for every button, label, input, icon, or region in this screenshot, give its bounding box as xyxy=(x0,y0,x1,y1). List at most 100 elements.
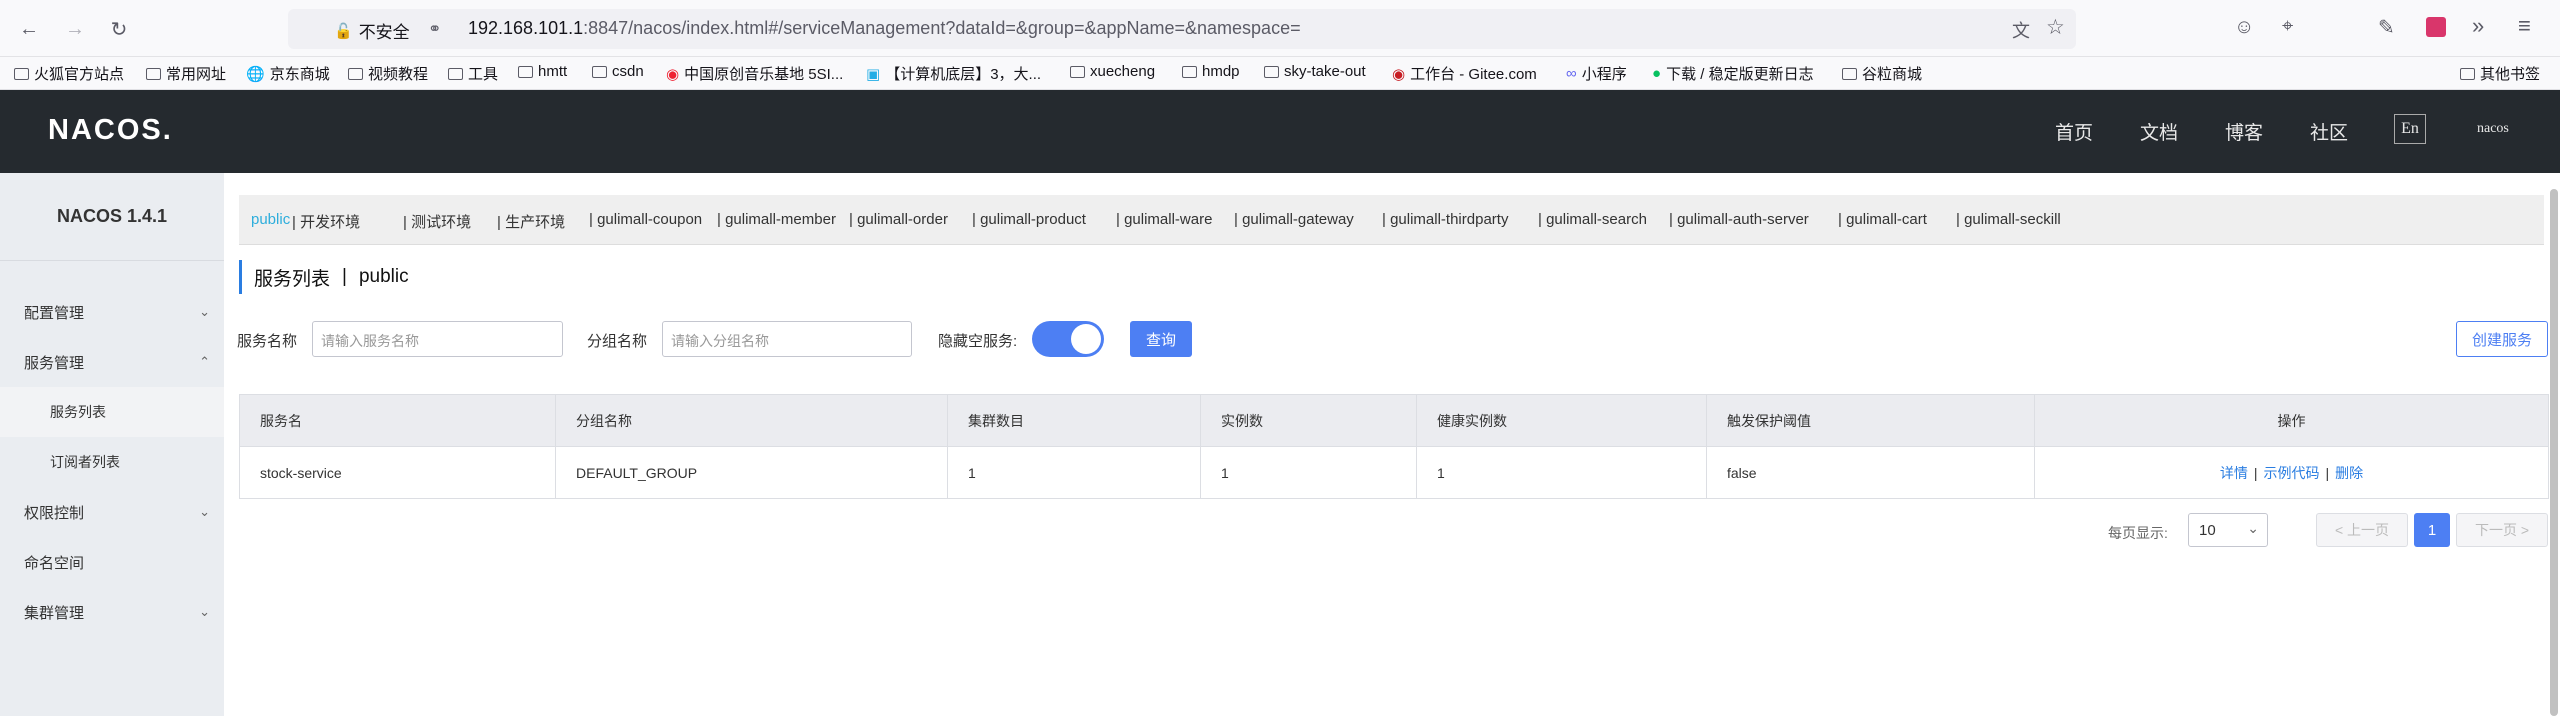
bookmarks-bar: 火狐官方站点 常用网址 🌐 京东商城 视频教程 工具 hmtt csdn ◉ 中国原… xyxy=(0,57,2560,90)
wechat-icon: ● xyxy=(1652,65,1662,82)
detail-link[interactable]: 详情 xyxy=(2220,465,2248,481)
forward-icon[interactable]: → xyxy=(60,14,90,44)
sidebar-item-cluster[interactable]: 集群管理 ⌄ xyxy=(0,587,224,637)
namespace-tab[interactable]: | gulimall-order xyxy=(849,211,948,228)
bookmark-item[interactable]: csdn xyxy=(592,63,644,80)
namespace-tab[interactable]: | gulimall-product xyxy=(972,211,1086,228)
next-page-button[interactable]: 下一页 > xyxy=(2456,513,2548,547)
namespace-label: gulimall-cart xyxy=(1846,211,1927,228)
nav-community[interactable]: 社区 xyxy=(2310,118,2348,145)
bookmark-item[interactable]: hmdp xyxy=(1182,63,1240,80)
language-switch[interactable]: En xyxy=(2394,114,2426,144)
bookmark-item[interactable]: 常用网址 xyxy=(146,63,226,84)
page-scrollbar[interactable] xyxy=(2550,189,2558,716)
namespace-label: 测试环境 xyxy=(411,214,472,231)
sidebar-item-service-list[interactable]: 服务列表 xyxy=(0,387,224,437)
namespace-tab[interactable]: | gulimall-member xyxy=(717,211,836,228)
sidebar-item-label: 配置管理 xyxy=(24,304,85,322)
translate-icon[interactable]: 文 xyxy=(2012,17,2030,43)
namespace-tab[interactable]: | 测试环境 xyxy=(403,211,471,232)
key-icon[interactable]: ⚭ xyxy=(428,19,441,39)
bookmark-item[interactable]: 火狐官方站点 xyxy=(14,63,124,84)
bookmark-item[interactable]: sky-take-out xyxy=(1264,63,1366,80)
column-header: 健康实例数 xyxy=(1416,394,1707,447)
namespace-tab[interactable]: | gulimall-search xyxy=(1538,211,1647,228)
actions-cell: 详情 | 示例代码 | 删除 xyxy=(2034,446,2549,499)
chevron-down-icon: ⌄ xyxy=(199,604,210,619)
nav-blog[interactable]: 博客 xyxy=(2225,118,2263,145)
nacos-logo[interactable]: NACOS. xyxy=(48,114,173,147)
bookmark-item[interactable]: 🌐 京东商城 xyxy=(246,63,330,84)
bookmark-item[interactable]: 视频教程 xyxy=(348,63,428,84)
group-name-label: 分组名称 xyxy=(587,333,648,350)
bookmark-item[interactable]: ◉ 中国原创音乐基地 5SI... xyxy=(666,63,843,84)
user-name[interactable]: nacos xyxy=(2477,121,2509,137)
current-page-button[interactable]: 1 xyxy=(2414,513,2450,547)
query-button[interactable]: 查询 xyxy=(1130,321,1192,357)
namespace-tab[interactable]: | gulimall-thirdparty xyxy=(1382,211,1508,228)
bookmark-item[interactable]: ◉ 工作台 - Gitee.com xyxy=(1392,63,1537,84)
bookmark-item[interactable]: 谷粒商城 xyxy=(1842,63,1922,84)
chevron-down-icon: ⌄ xyxy=(199,504,210,519)
menu-icon[interactable]: ≡ xyxy=(2518,13,2531,39)
sidebar-item-label: 权限控制 xyxy=(24,504,85,522)
namespace-label: 开发环境 xyxy=(300,214,361,231)
threshold-cell: false xyxy=(1706,446,2035,499)
group-name-input[interactable]: 请输入分组名称 xyxy=(662,321,912,357)
bookmark-item[interactable]: hmtt xyxy=(518,63,567,80)
namespace-tab[interactable]: | gulimall-auth-server xyxy=(1669,211,1809,228)
overflow-icon[interactable]: » xyxy=(2472,13,2484,39)
sidebar-item-service[interactable]: 服务管理 ⌃ xyxy=(0,337,224,387)
namespace-tab[interactable]: | gulimall-gateway xyxy=(1234,211,1354,228)
bookmark-label: 中国原创音乐基地 5SI... xyxy=(684,66,844,83)
sidebar-item-namespace[interactable]: 命名空间 xyxy=(0,537,224,587)
delete-link[interactable]: 删除 xyxy=(2335,465,2363,481)
nav-docs[interactable]: 文档 xyxy=(2140,118,2178,145)
extensions-icon[interactable]: ✎ xyxy=(2378,15,2395,40)
lock-slash-icon: 🔓 xyxy=(334,22,353,40)
service-table: 服务名 分组名称 集群数目 实例数 健康实例数 触发保护阈值 操作 stock-… xyxy=(239,394,2549,499)
healthy-count-cell: 1 xyxy=(1416,446,1707,499)
bookmark-item[interactable]: ▣ 【计算机底层】3，大... xyxy=(866,63,1041,84)
url-text[interactable]: 192.168.101.1:8847/nacos/index.html#/ser… xyxy=(468,18,1301,39)
back-icon[interactable]: ← xyxy=(14,14,44,44)
sidebar-item-subscribers[interactable]: 订阅者列表 xyxy=(0,437,224,487)
bookmark-item[interactable]: 工具 xyxy=(448,63,498,84)
url-bar[interactable]: 🔓 不安全 ⚭ 192.168.101.1:8847/nacos/index.h… xyxy=(288,9,2076,49)
nav-home[interactable]: 首页 xyxy=(2055,118,2093,145)
page-size-value: 10 xyxy=(2199,522,2216,539)
sidebar-item-permissions[interactable]: 权限控制 ⌄ xyxy=(0,487,224,537)
namespace-tab[interactable]: | gulimall-cart xyxy=(1838,211,1927,228)
table-row: stock-service DEFAULT_GROUP 1 1 1 false … xyxy=(239,446,2549,499)
sidebar-item-config[interactable]: 配置管理 ⌄ xyxy=(0,287,224,337)
bookmark-item[interactable]: 其他书签 xyxy=(2460,63,2540,84)
namespace-tab[interactable]: | gulimall-coupon xyxy=(589,211,702,228)
bookmark-item[interactable]: ● 下载 / 稳定版更新日志 xyxy=(1652,63,1814,84)
page-size-select[interactable]: 10 ⌄ xyxy=(2188,513,2268,547)
column-header: 触发保护阈值 xyxy=(1706,394,2035,447)
star-icon[interactable]: ☆ xyxy=(2046,15,2065,40)
namespace-tab[interactable]: | 开发环境 xyxy=(292,211,360,232)
bookmark-item[interactable]: xuecheng xyxy=(1070,63,1155,80)
bookmark-item[interactable]: ∞ 小程序 xyxy=(1566,63,1627,84)
sample-code-link[interactable]: 示例代码 xyxy=(2264,465,2320,481)
namespace-label: gulimall-member xyxy=(725,211,836,228)
page-title-text: 服务列表 xyxy=(254,268,331,290)
insecure-indicator[interactable]: 🔓 不安全 xyxy=(334,18,410,43)
sidebar-title: NACOS 1.4.1 xyxy=(0,173,224,261)
folder-icon xyxy=(14,67,29,80)
namespace-tab[interactable]: | gulimall-seckill xyxy=(1956,211,2061,228)
prev-page-button[interactable]: < 上一页 xyxy=(2316,513,2408,547)
namespace-tab[interactable]: public xyxy=(251,211,290,228)
crop-icon[interactable]: ⌖ xyxy=(2282,15,2293,38)
table-header-row: 服务名 分组名称 集群数目 实例数 健康实例数 触发保护阈值 操作 xyxy=(239,394,2549,447)
hide-empty-toggle[interactable] xyxy=(1032,321,1104,357)
account-icon[interactable]: ☺ xyxy=(2234,16,2254,39)
extension-app-icon[interactable] xyxy=(2426,17,2446,37)
namespace-label: gulimall-gateway xyxy=(1242,211,1354,228)
reload-icon[interactable]: ↻ xyxy=(104,14,134,44)
create-service-button[interactable]: 创建服务 xyxy=(2456,321,2548,357)
service-name-input[interactable]: 请输入服务名称 xyxy=(312,321,563,357)
namespace-tab[interactable]: | gulimall-ware xyxy=(1116,211,1212,228)
namespace-tab[interactable]: | 生产环境 xyxy=(497,211,565,232)
